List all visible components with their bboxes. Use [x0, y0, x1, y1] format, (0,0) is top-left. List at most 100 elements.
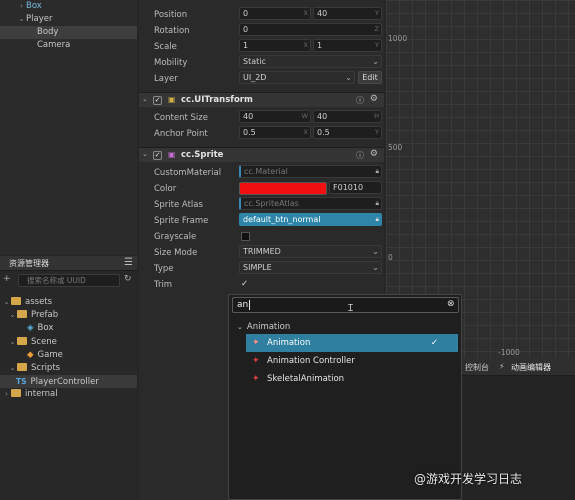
trim-checkbox[interactable]: ✓	[241, 279, 248, 289]
collapse-arrow-icon: ⌄	[237, 323, 243, 331]
menu-item-skeletal-animation[interactable]: ✦ SkeletalAnimation	[246, 370, 458, 388]
hierarchy-item-player[interactable]: ⌄ Player	[0, 13, 137, 26]
folder-icon	[17, 363, 27, 371]
uitransform-header[interactable]: ⌄ ✓ ▣ cc.UITransform ⓘ ⚙	[139, 92, 384, 107]
folder-icon	[11, 297, 21, 305]
asset-item-box[interactable]: ◈ Box	[0, 322, 137, 335]
settings-icon[interactable]: ⚙	[370, 149, 378, 159]
hierarchy-item-box[interactable]: › Box	[0, 0, 137, 13]
chevron-down-icon: ⌄	[372, 57, 379, 66]
scale-y-input[interactable]: 1Y	[313, 39, 382, 52]
tab-console[interactable]: 控制台	[465, 362, 489, 373]
position-label: Position	[154, 10, 188, 20]
expand-arrow-icon[interactable]: ›	[17, 0, 26, 13]
asset-label: Box	[37, 323, 54, 333]
grayscale-checkbox[interactable]	[241, 232, 250, 241]
color-label: Color	[154, 184, 177, 194]
scale-x-input[interactable]: 1X	[239, 39, 311, 52]
add-icon[interactable]: +	[3, 274, 11, 284]
clear-search-icon[interactable]: ⊗	[447, 299, 455, 309]
asset-label: Scripts	[31, 363, 61, 373]
help-icon[interactable]: ⓘ	[356, 95, 364, 106]
layer-label: Layer	[154, 74, 178, 84]
tab-animation-editor[interactable]: 动画编辑器	[511, 362, 551, 373]
anchor-label: Anchor Point	[154, 129, 208, 139]
expand-arrow-icon[interactable]: ›	[2, 388, 11, 401]
asset-item-scripts[interactable]: ⌄ Scripts	[0, 362, 137, 375]
collapse-arrow-icon[interactable]: ⌄	[8, 309, 17, 322]
asset-item-assets[interactable]: ⌄ assets	[0, 296, 137, 309]
asset-item-playercontroller[interactable]: TS PlayerController	[0, 375, 137, 388]
color-swatch[interactable]	[239, 182, 327, 195]
collapse-arrow-icon[interactable]: ⌄	[2, 296, 11, 309]
hierarchy-item-label: Box	[26, 1, 42, 11]
folder-icon	[17, 337, 27, 345]
content-height-input[interactable]: 40 H	[313, 110, 382, 123]
enable-checkbox[interactable]: ✓	[153, 151, 162, 160]
ruler-label: 0	[388, 253, 393, 262]
collapse-arrow-icon[interactable]: ⌄	[8, 336, 17, 349]
assets-tab-title[interactable]: 资源管理器	[9, 258, 49, 269]
sprite-frame-label: Sprite Frame	[154, 216, 209, 226]
settings-icon[interactable]: ⚙	[370, 94, 378, 104]
asset-item-prefab[interactable]: ⌄ Prefab	[0, 309, 137, 322]
size-mode-label: Size Mode	[154, 248, 198, 258]
anchor-row: Anchor Point 0.5 X 0.5 Y	[139, 126, 384, 142]
anchor-x-input[interactable]: 0.5 X	[239, 126, 311, 139]
watermark: @游戏开发学习日志	[414, 472, 523, 486]
mobility-select[interactable]: Static ⌄	[239, 55, 382, 68]
layer-edit-button[interactable]: Edit	[358, 71, 382, 84]
assets-search-input[interactable]: 搜索名称或 UUID	[18, 274, 120, 287]
hierarchy-item-camera[interactable]: Camera	[0, 39, 137, 52]
folder-icon	[11, 389, 21, 397]
sprite-frame-field[interactable]: default_btn_normal 🔒︎	[239, 213, 382, 226]
grayscale-row: Grayscale	[139, 229, 384, 245]
menu-item-animation-controller[interactable]: ✦ Animation Controller	[246, 352, 458, 370]
layer-select[interactable]: UI_2D ⌄	[239, 71, 355, 84]
sprite-header[interactable]: ⌄ ✓ ▣ cc.Sprite ⓘ ⚙	[139, 147, 384, 162]
asset-label: internal	[25, 389, 58, 399]
grayscale-label: Grayscale	[154, 232, 197, 242]
position-x-input[interactable]: 0X	[239, 7, 311, 20]
asset-label: assets	[25, 297, 53, 307]
component-icon: ▣	[168, 150, 176, 159]
anchor-y-input[interactable]: 0.5 Y	[313, 126, 382, 139]
rotation-input[interactable]: 0Z	[239, 23, 382, 36]
collapse-arrow-icon[interactable]: ⌄	[17, 13, 26, 26]
help-icon[interactable]: ⓘ	[356, 150, 364, 161]
asset-item-game[interactable]: ◆ Game	[0, 349, 137, 362]
asset-label: Game	[37, 350, 63, 360]
sprite-atlas-field[interactable]: cc.SpriteAtlas 🔒︎	[239, 197, 382, 210]
collapse-arrow-icon[interactable]: ⌄	[8, 362, 17, 375]
ruler-label: 1000	[388, 34, 408, 43]
asset-item-scene[interactable]: ⌄ Scene	[0, 336, 137, 349]
ruler-label: 500	[388, 143, 403, 152]
trim-row: Trim ✓	[139, 277, 384, 293]
size-mode-select[interactable]: TRIMMED ⌄	[239, 245, 382, 258]
type-select[interactable]: SIMPLE ⌄	[239, 261, 382, 274]
hierarchy-item-body[interactable]: Body	[0, 26, 137, 39]
asset-item-internal[interactable]: › internal	[0, 388, 137, 401]
mobility-row: Mobility Static ⌄	[139, 55, 384, 71]
menu-item-animation[interactable]: ✦ Animation ✓	[246, 334, 458, 352]
assets-panel: 资源管理器 ☰ + 搜索名称或 UUID ↻ ⌄ assets ⌄ Prefab ◈…	[0, 256, 137, 500]
scene-icon: ◆	[27, 350, 34, 360]
custom-material-label: CustomMaterial	[154, 168, 222, 178]
type-row: Type SIMPLE ⌄	[139, 261, 384, 277]
enable-checkbox[interactable]: ✓	[153, 96, 162, 105]
content-size-label: Content Size	[154, 113, 208, 123]
typescript-icon: TS	[16, 377, 27, 386]
component-icon: ▣	[168, 95, 176, 104]
color-hex-input[interactable]: F01010	[329, 181, 382, 194]
component-title: cc.UITransform	[181, 95, 253, 105]
collapse-arrow-icon[interactable]: ⌄	[142, 95, 148, 103]
folder-icon	[17, 310, 27, 318]
custom-material-field[interactable]: cc.Material 🔒︎	[239, 165, 382, 178]
menu-icon[interactable]: ☰	[124, 257, 133, 268]
color-row: Color F01010	[139, 181, 384, 197]
group-header-animation[interactable]: ⌄ Animation	[237, 322, 290, 332]
content-width-input[interactable]: 40 W	[239, 110, 311, 123]
collapse-arrow-icon[interactable]: ⌄	[142, 150, 148, 158]
position-y-input[interactable]: 40 Y	[313, 7, 382, 20]
refresh-icon[interactable]: ↻	[124, 274, 132, 284]
